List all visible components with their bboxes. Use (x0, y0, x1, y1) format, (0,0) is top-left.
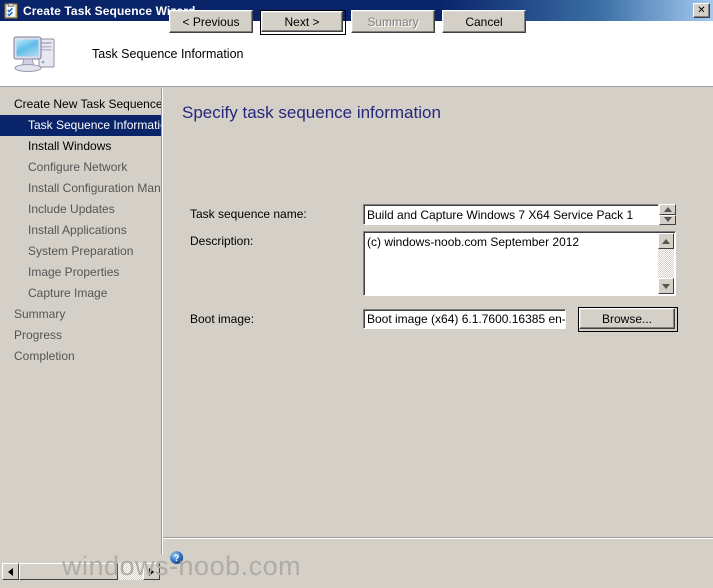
sidebar-item-image-properties[interactable]: Image Properties (0, 262, 162, 283)
create-task-sequence-wizard-window: Create Task Sequence Wizard ✕ Task Seque… (0, 0, 713, 588)
header-title: Task Sequence Information (92, 46, 244, 61)
cancel-button[interactable]: Cancel (442, 10, 526, 33)
next-button[interactable]: Next > (261, 11, 343, 32)
sidebar-item-progress[interactable]: Progress (0, 325, 162, 346)
help-icon[interactable]: ? (169, 550, 185, 566)
sidebar-item-summary[interactable]: Summary (0, 304, 162, 325)
summary-button: Summary (351, 10, 435, 33)
scroll-up-icon[interactable] (658, 233, 674, 249)
sidebar-item-install-applications[interactable]: Install Applications (0, 220, 162, 241)
scroll-left-icon[interactable] (2, 563, 19, 580)
description-vertical-scrollbar[interactable] (658, 233, 674, 294)
sidebar-item-completion[interactable]: Completion (0, 346, 162, 367)
scroll-right-icon[interactable] (143, 563, 160, 580)
sidebar-item-system-preparation[interactable]: System Preparation (0, 241, 162, 262)
task-sequence-icon (3, 2, 19, 19)
scrollbar-track[interactable] (19, 563, 143, 580)
sidebar-horizontal-scrollbar[interactable] (2, 563, 160, 580)
sidebar-group-label: Create New Task Sequence (14, 97, 162, 111)
stepper-up-icon[interactable] (659, 204, 676, 215)
sidebar-item-capture-image[interactable]: Capture Image (0, 283, 162, 304)
browse-button[interactable]: Browse... (579, 308, 675, 329)
description-textarea[interactable]: (c) windows-noob.com September 2012 (363, 231, 676, 296)
task-sequence-name-label: Task sequence name: (190, 207, 307, 221)
boot-image-field[interactable]: Boot image (x64) 6.1.7600.16385 en-US (363, 309, 566, 329)
computer-icon (10, 31, 62, 77)
sidebar-item-install-configuration-manager[interactable]: Install Configuration Manag (0, 178, 162, 199)
close-icon[interactable]: ✕ (693, 3, 710, 18)
page-title: Specify task sequence information (182, 103, 441, 122)
sidebar-item-configure-network[interactable]: Configure Network (0, 157, 162, 178)
boot-image-label: Boot image: (190, 312, 255, 326)
scrollbar-thumb[interactable] (19, 563, 119, 580)
scroll-down-icon[interactable] (658, 278, 674, 294)
description-value: (c) windows-noob.com September 2012 (367, 235, 580, 249)
sidebar-item-install-windows[interactable]: Install Windows (0, 136, 162, 157)
previous-button[interactable]: < Previous (169, 10, 253, 33)
sidebar-item-task-sequence-information[interactable]: Task Sequence Information (0, 115, 162, 136)
sidebar-item-include-updates[interactable]: Include Updates (0, 199, 162, 220)
stepper-down-icon[interactable] (659, 214, 676, 225)
window-bottom-edge (0, 580, 713, 588)
wizard-steps-list: Create New Task Sequence Task Sequence I… (0, 94, 162, 367)
task-sequence-name-stepper[interactable] (659, 204, 676, 225)
task-sequence-name-input[interactable] (363, 204, 659, 225)
wizard-sidebar: Create New Task Sequence Task Sequence I… (0, 88, 162, 554)
svg-text:?: ? (174, 553, 180, 563)
description-label: Description: (190, 234, 254, 248)
